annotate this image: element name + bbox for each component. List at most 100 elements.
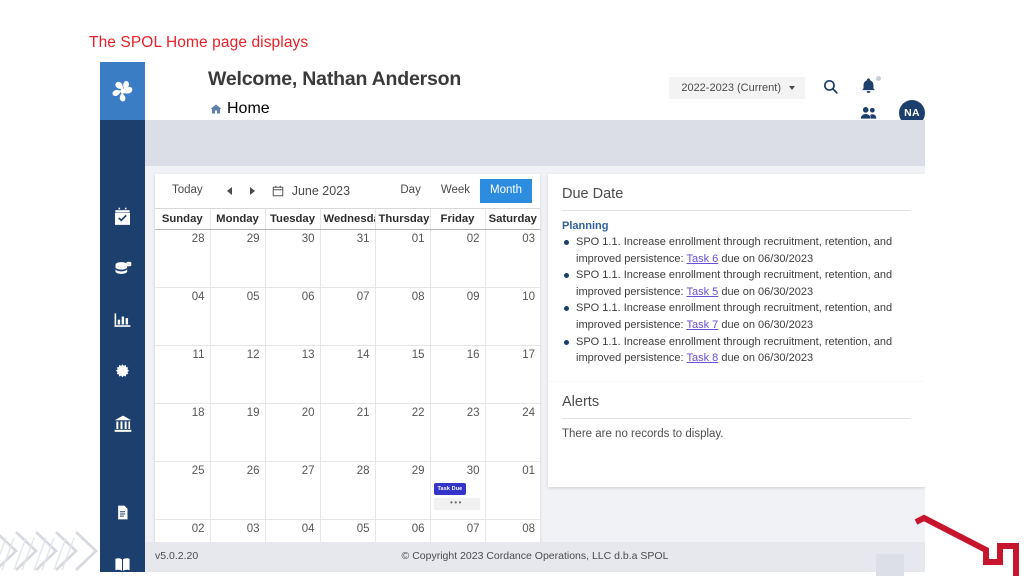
calendar-day-cell[interactable]: 01 — [484, 461, 540, 520]
calendar-day-cell[interactable]: 04 — [155, 287, 210, 346]
calendar-date-group: June 2023 — [220, 183, 350, 199]
chevron-down-icon — [789, 86, 795, 90]
due-date-item: SPO 1.1. Increase enrollment through rec… — [562, 300, 911, 333]
calendar-next-button[interactable] — [243, 183, 262, 199]
calendar-day-number: 15 — [411, 349, 425, 361]
weekday-header: Sunday — [155, 208, 210, 230]
calendar-day-cell[interactable]: 28 — [155, 229, 210, 288]
calendar-week-row: 04 05 06 07 08 09 10 — [155, 287, 540, 346]
calendar-day-cell[interactable]: 06 — [264, 287, 320, 346]
alerts-panel-body: There are no records to display. — [548, 419, 925, 440]
chevron-right-icon — [249, 187, 255, 195]
calendar-day-cell[interactable]: 20 — [264, 403, 320, 462]
calendar-more-events-button[interactable]: ••• — [433, 498, 480, 510]
calendar-day-number: 01 — [522, 465, 535, 477]
calendar-day-cell[interactable]: 29 — [374, 461, 430, 520]
calendar-day-cell[interactable]: 22 — [374, 403, 430, 462]
due-date-panel-body: Planning SPO 1.1. Increase enrollment th… — [548, 211, 925, 367]
calendar-day-cell[interactable]: 12 — [209, 345, 265, 404]
sidebar-item-assessment[interactable] — [100, 294, 145, 346]
due-date-panel: Due Date Planning SPO 1.1. Increase enro… — [548, 174, 925, 382]
calendar-day-cell[interactable]: 23 — [429, 403, 485, 462]
calendar-day-cell[interactable]: 25 — [155, 461, 210, 520]
sidebar-nav-lower — [100, 450, 145, 572]
calendar-day-number: 14 — [356, 349, 370, 361]
calendar-day-cell[interactable]: 24 — [484, 403, 540, 462]
sidebar-item-reports[interactable] — [100, 486, 145, 538]
calendar-day-cell[interactable]: 26 — [209, 461, 265, 520]
calendar-view-month[interactable]: Month — [480, 179, 532, 203]
calendar-week-row: 25 26 27 28 29 30 Task Due ••• 01 — [155, 461, 540, 520]
due-date-item: SPO 1.1. Increase enrollment through rec… — [562, 334, 911, 367]
calendar-day-cell[interactable]: 30 Task Due ••• — [429, 461, 485, 520]
sidebar-nav — [100, 120, 145, 450]
gear-flower-icon — [115, 363, 130, 377]
calendar-today-button[interactable]: Today — [163, 181, 212, 201]
weekday-header: Wednesda — [319, 208, 375, 230]
calendar-day-cell[interactable]: 07 — [319, 287, 375, 346]
calendar-day-cell[interactable]: 09 — [429, 287, 485, 346]
task-link[interactable]: Task 7 — [686, 319, 718, 331]
calendar-day-number: 10 — [522, 291, 535, 303]
calendar-day-cell[interactable]: 02 — [429, 229, 485, 288]
page-title: Welcome, Nathan Anderson — [208, 68, 462, 90]
due-date-item-due: due on 06/30/2023 — [718, 318, 814, 331]
sidebar-item-help[interactable] — [100, 538, 145, 572]
due-date-item-due: due on 06/30/2023 — [718, 285, 814, 298]
calendar-day-cell[interactable]: 14 — [319, 345, 375, 404]
calendar-day-cell[interactable]: 28 — [319, 461, 375, 520]
calendar-day-cell[interactable]: 13 — [264, 345, 320, 404]
calendar-view-day[interactable]: Day — [390, 179, 430, 203]
calendar-day-cell[interactable]: 29 — [209, 229, 265, 288]
calendar-day-number: 09 — [466, 291, 480, 303]
calendar-day-number: 02 — [466, 233, 480, 245]
calendar-month-label: June 2023 — [291, 184, 351, 198]
breadcrumb-label: Home — [227, 100, 270, 117]
spol-application-window: Welcome, Nathan Anderson Home 2022-2023 … — [100, 62, 925, 572]
calendar-view-week[interactable]: Week — [431, 179, 480, 203]
calendar-day-number: 27 — [301, 465, 315, 477]
sidebar-item-budget[interactable] — [100, 242, 145, 294]
calendar-day-cell[interactable]: 03 — [484, 229, 540, 288]
calendar-day-cell[interactable]: 17 — [484, 345, 540, 404]
due-date-panel-title: Due Date — [562, 186, 624, 202]
calendar-day-cell[interactable]: 18 — [155, 403, 210, 462]
task-link[interactable]: Task 8 — [686, 352, 718, 364]
sidebar-item-operations[interactable] — [100, 346, 145, 398]
sidebar-item-planning[interactable] — [100, 190, 145, 242]
calendar-day-number: 06 — [301, 291, 315, 303]
calendar-day-cell[interactable]: 01 — [374, 229, 430, 288]
calendar-day-cell[interactable]: 05 — [209, 287, 265, 346]
task-link[interactable]: Task 5 — [686, 286, 718, 298]
task-link[interactable]: Task 6 — [686, 253, 718, 265]
spol-pinwheel-logo[interactable] — [100, 62, 145, 120]
calendar-day-cell[interactable]: 16 — [429, 345, 485, 404]
calendar-day-cell[interactable]: 31 — [319, 229, 375, 288]
calendar-day-number: 04 — [301, 523, 315, 535]
people-icon — [860, 107, 877, 119]
footer-copyright: © Copyright 2023 Cordance Operations, LL… — [401, 550, 669, 562]
calendar-day-number: 08 — [411, 291, 425, 303]
calendar-day-number: 11 — [192, 349, 205, 361]
breadcrumb[interactable]: Home — [210, 100, 270, 118]
calendar-day-number: 30 — [466, 465, 480, 477]
calendar-event-badge[interactable]: Task Due — [433, 483, 467, 495]
alerts-panel-title: Alerts — [562, 394, 600, 410]
search-button[interactable] — [822, 78, 839, 100]
chevron-decoration — [0, 531, 98, 571]
notification-button[interactable] — [860, 77, 877, 99]
calendar-day-cell[interactable]: 15 — [374, 345, 430, 404]
sidebar-item-accreditation[interactable] — [100, 398, 145, 450]
calendar-day-cell[interactable]: 08 — [374, 287, 430, 346]
calendar-day-cell[interactable]: 10 — [484, 287, 540, 346]
calendar-day-cell[interactable]: 19 — [209, 403, 265, 462]
calendar-day-cell[interactable]: 11 — [155, 345, 210, 404]
calendar-day-cell[interactable]: 30 — [264, 229, 320, 288]
calendar-day-number: 13 — [301, 349, 315, 361]
calendar-day-number: 05 — [356, 523, 370, 535]
academic-year-select[interactable]: 2022-2023 (Current) — [669, 77, 805, 99]
calendar-day-cell[interactable]: 21 — [319, 403, 375, 462]
calendar-prev-button[interactable] — [220, 183, 239, 199]
calendar-day-cell[interactable]: 27 — [264, 461, 320, 520]
calendar-icon — [272, 185, 283, 197]
